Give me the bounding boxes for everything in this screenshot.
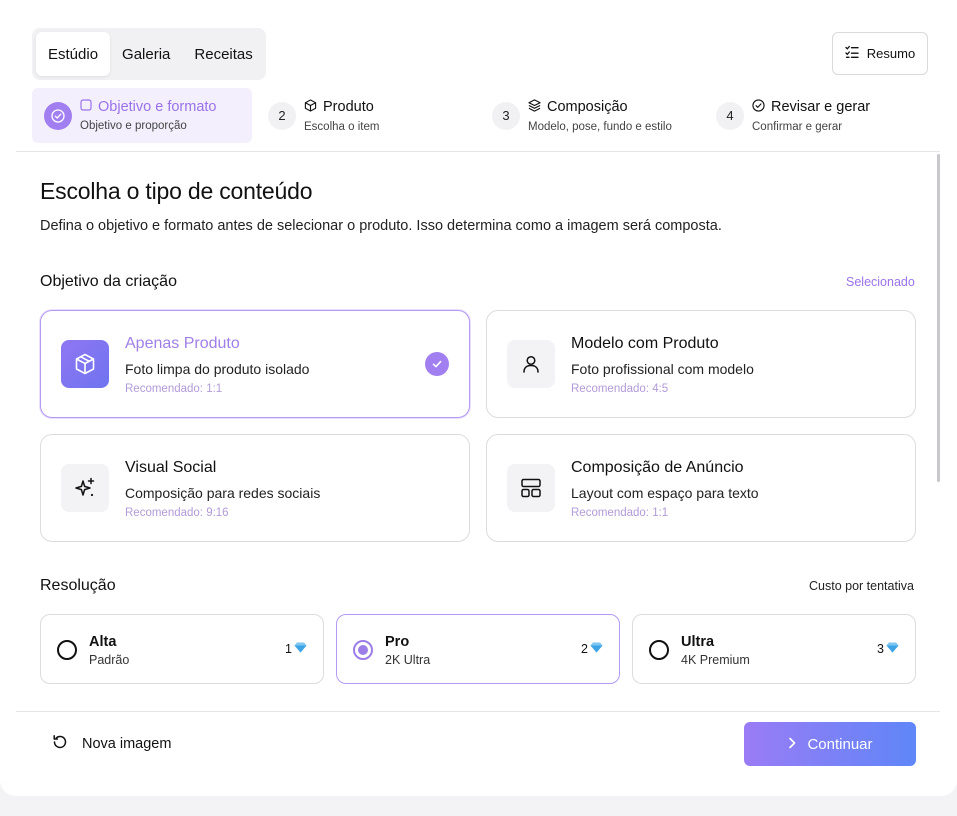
resolution-title: Pro: [385, 634, 410, 650]
check-circle-icon: [752, 98, 765, 116]
list-check-icon: [845, 45, 859, 62]
step-number: 4: [716, 101, 744, 130]
new-image-label: Nova imagem: [82, 736, 172, 752]
rotate-ccw-icon: [52, 734, 68, 754]
radio-button[interactable]: [649, 640, 669, 660]
card-title: Modelo com Produto: [571, 335, 719, 352]
step-title: Produto: [323, 99, 374, 115]
cost-value: 3: [877, 642, 884, 656]
selected-note: Selecionado: [846, 275, 915, 289]
resolution-subtitle: 4K Premium: [681, 653, 750, 667]
step-number: 3: [492, 101, 520, 130]
resolution-cost: 1: [285, 642, 307, 656]
page-background: Estúdio Galeria Receitas Resumo Objetivo…: [0, 0, 957, 816]
diamond-icon: [294, 642, 307, 656]
radio-button[interactable]: [353, 640, 373, 660]
card-description: Foto profissional com modelo: [571, 361, 754, 377]
card-recommendation: Recomendado: 4:5: [571, 383, 669, 395]
continue-label: Continuar: [807, 735, 873, 753]
step-subtitle: Escolha o item: [304, 120, 380, 133]
studio-panel: Estúdio Galeria Receitas Resumo Objetivo…: [0, 0, 957, 796]
box-icon: [304, 98, 317, 116]
card-description: Layout com espaço para texto: [571, 485, 759, 501]
step-revisar[interactable]: 4 Revisar e gerar Confirmar e gerar: [716, 88, 870, 143]
layers-icon: [528, 98, 541, 116]
step-subtitle: Objetivo e proporção: [80, 120, 187, 132]
radio-button[interactable]: [57, 640, 77, 660]
square-icon: [80, 99, 92, 115]
cost-note: Custo por tentativa: [809, 579, 914, 593]
resolution-section-title: Resolução: [40, 577, 116, 594]
tab-estudio[interactable]: Estúdio: [36, 32, 111, 76]
divider: [16, 711, 940, 712]
resolution-cost: 3: [877, 642, 899, 656]
check-icon: [425, 352, 449, 376]
diamond-icon: [886, 642, 899, 656]
continue-button[interactable]: Continuar: [744, 722, 916, 766]
card-title: Apenas Produto: [125, 335, 240, 352]
step-title: Composição: [547, 99, 628, 115]
page-title: Escolha o tipo de conteúdo: [40, 178, 313, 204]
step-produto[interactable]: 2 Produto Escolha o item: [268, 88, 379, 143]
step-subtitle: Confirmar e gerar: [752, 120, 843, 133]
sparkles-icon: [61, 464, 109, 512]
resumo-label: Resumo: [866, 46, 916, 61]
objective-card-modelo-com-produto[interactable]: Modelo com Produto Foto profissional com…: [486, 310, 916, 418]
cost-value: 2: [581, 642, 588, 656]
resolution-cost: 2: [581, 642, 603, 656]
objective-card-apenas-produto[interactable]: Apenas Produto Foto limpa do produto iso…: [40, 310, 470, 418]
divider: [16, 151, 940, 152]
check-circle-icon: [44, 101, 72, 130]
resolution-option-ultra[interactable]: Ultra 4K Premium 3: [632, 614, 916, 684]
step-objetivo[interactable]: Objetivo e formato Objetivo e proporção: [32, 88, 252, 143]
resolution-title: Ultra: [681, 634, 715, 650]
scrollbar[interactable]: [937, 154, 940, 482]
resolution-option-alta[interactable]: Alta Padrão 1: [40, 614, 324, 684]
resumo-button[interactable]: Resumo: [832, 32, 928, 75]
layout-icon: [507, 464, 555, 512]
box-icon: [61, 340, 109, 388]
diamond-icon: [590, 642, 603, 656]
card-title: Visual Social: [125, 459, 217, 476]
top-tabs: Estúdio Galeria Receitas: [32, 28, 266, 80]
card-description: Foto limpa do produto isolado: [125, 361, 310, 377]
tab-receitas[interactable]: Receitas: [182, 32, 264, 76]
step-subtitle: Modelo, pose, fundo e estilo: [528, 120, 672, 133]
page-description: Defina o objetivo e formato antes de sel…: [40, 218, 722, 234]
resolution-subtitle: 2K Ultra: [385, 653, 431, 667]
step-title: Revisar e gerar: [771, 99, 871, 115]
objective-card-visual-social[interactable]: Visual Social Composição para redes soci…: [40, 434, 470, 542]
resolution-subtitle: Padrão: [89, 653, 130, 667]
objective-section-title: Objetivo da criação: [40, 273, 177, 290]
step-title: Objetivo e formato: [98, 99, 217, 115]
card-recommendation: Recomendado: 1:1: [571, 507, 669, 519]
card-recommendation: Recomendado: 9:16: [125, 507, 229, 519]
card-title: Composição de Anúncio: [571, 459, 744, 476]
resolution-title: Alta: [89, 634, 117, 650]
objective-card-composicao-anuncio[interactable]: Composição de Anúncio Layout com espaço …: [486, 434, 916, 542]
step-number: 2: [268, 101, 296, 130]
step-composicao[interactable]: 3 Composição Modelo, pose, fundo e estil…: [492, 88, 672, 143]
chevron-right-icon: [787, 736, 797, 753]
resolution-option-pro[interactable]: Pro 2K Ultra 2: [336, 614, 620, 684]
card-recommendation: Recomendado: 1:1: [125, 383, 223, 395]
tab-galeria[interactable]: Galeria: [110, 32, 182, 76]
user-icon: [507, 340, 555, 388]
new-image-button[interactable]: Nova imagem: [40, 722, 183, 766]
cost-value: 1: [285, 642, 292, 656]
card-description: Composição para redes sociais: [125, 485, 321, 501]
